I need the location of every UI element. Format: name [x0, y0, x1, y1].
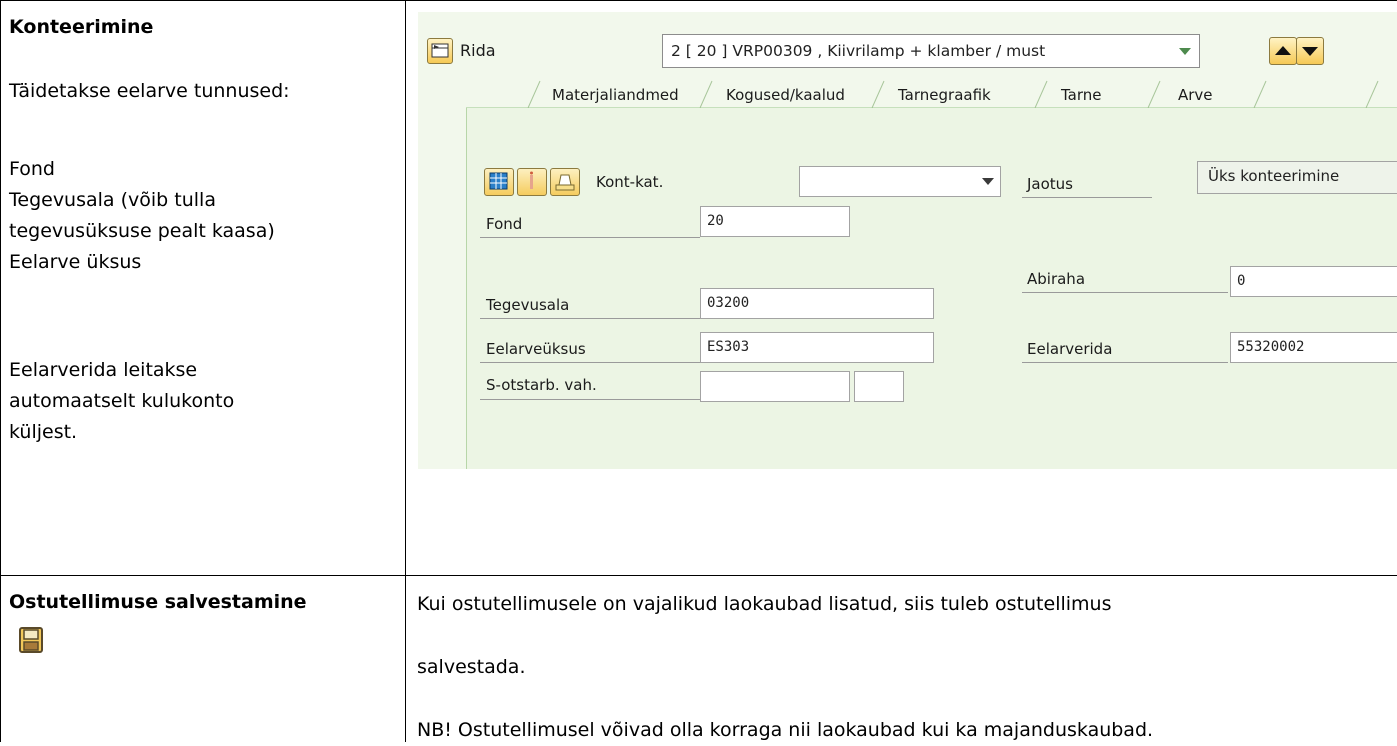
row-label: Rida	[460, 41, 496, 60]
abiraha-label: Abiraha	[1027, 270, 1086, 288]
info-icon	[530, 171, 533, 189]
tegevusala-input[interactable]: 03200	[700, 288, 934, 319]
document-table: Konteerimine Täidetakse eelarve tunnused…	[0, 0, 1397, 742]
tegevusala-underline	[480, 318, 700, 319]
tab-kogused-kaalud[interactable]: Kogused/kaalud	[712, 81, 872, 109]
jaotus-underline	[1022, 197, 1152, 198]
eelarveuksus-value: ES303	[707, 339, 750, 355]
table-top-border	[0, 0, 1397, 1]
abiraha-input[interactable]: 0	[1230, 266, 1397, 297]
table-view-button[interactable]	[484, 168, 514, 196]
fond-label: Fond	[486, 215, 523, 233]
table-row-divider	[0, 575, 1397, 576]
sotstarb-label: S-otstarb. vah.	[486, 376, 597, 394]
tab-tarne[interactable]: Tarne	[1047, 81, 1148, 109]
tegevusala-value: 03200	[707, 295, 750, 311]
eelarverida-value: 55320002	[1237, 339, 1305, 355]
tab-tarne-label: Tarne	[1061, 86, 1102, 104]
row2-text-line2: salvestada.	[417, 656, 526, 678]
table-column-divider	[405, 0, 406, 742]
tab-kogused-kaalud-label: Kogused/kaalud	[726, 86, 845, 104]
row1-note-line2: automaatselt kulukonto	[9, 390, 235, 412]
kont-kat-dropdown-icon[interactable]	[982, 178, 994, 185]
print-button[interactable]	[550, 168, 580, 196]
kont-kat-label: Kont-kat.	[596, 173, 664, 191]
arrow-up-icon	[1275, 46, 1291, 55]
row1-item-eelarve-uksus: Eelarve üksus	[9, 251, 142, 273]
row1-intro: Täidetakse eelarve tunnused:	[9, 80, 290, 102]
tab-arve[interactable]: Arve	[1160, 81, 1254, 109]
table-icon	[489, 172, 508, 190]
tab-arve-label: Arve	[1178, 86, 1213, 104]
arrow-up-button[interactable]	[1269, 37, 1297, 65]
expand-item-icon	[431, 43, 449, 58]
info-button[interactable]	[517, 168, 547, 196]
row-select-value: 2 [ 20 ] VRP00309 , Kiivrilamp + klamber…	[671, 42, 1046, 60]
row1-item-tegevusala: Tegevusala (võib tulla	[9, 189, 216, 211]
jaotus-field[interactable]: Üks konteerimine	[1197, 161, 1397, 194]
sotstarb-input[interactable]	[700, 371, 850, 402]
expand-item-button[interactable]	[427, 38, 453, 64]
row1-item-tegevusala-cont: tegevusüksuse pealt kaasa)	[9, 220, 275, 242]
abiraha-underline	[1022, 292, 1228, 293]
eelarverida-label: Eelarverida	[1027, 340, 1113, 358]
dropdown-arrow-icon[interactable]	[1179, 48, 1191, 55]
eelarveuksus-underline	[480, 362, 700, 363]
row1-item-fond: Fond	[9, 158, 55, 180]
fond-input[interactable]: 20	[700, 206, 850, 237]
eelarverida-underline	[1022, 362, 1228, 363]
save-icon	[19, 627, 43, 653]
print-icon	[555, 174, 575, 191]
table-left-border	[0, 0, 1, 742]
row1-title: Konteerimine	[9, 16, 154, 38]
sotstarb-input-2[interactable]	[854, 371, 904, 402]
row2-text-line1: Kui ostutellimusele on vajalikud laokaub…	[417, 593, 1112, 615]
jaotus-value: Üks konteerimine	[1208, 167, 1340, 185]
tegevusala-label: Tegevusala	[486, 296, 570, 314]
row1-note-line1: Eelarverida leitakse	[9, 359, 198, 381]
jaotus-label: Jaotus	[1027, 175, 1073, 193]
sotstarb-underline	[480, 399, 700, 400]
row-select[interactable]: 2 [ 20 ] VRP00309 , Kiivrilamp + klamber…	[662, 34, 1200, 68]
kont-kat-select[interactable]	[799, 166, 1001, 197]
arrow-down-icon	[1302, 47, 1318, 56]
tab-materjaliandmed-label: Materjaliandmed	[552, 86, 679, 104]
tab-tarnegraafik-label: Tarnegraafik	[898, 86, 991, 104]
eelarveuksus-label: Eelarveüksus	[486, 340, 586, 358]
fond-underline	[480, 237, 700, 238]
eelarveuksus-input[interactable]: ES303	[700, 332, 934, 363]
save-button[interactable]	[18, 626, 44, 654]
sap-screenshot: Rida 2 [ 20 ] VRP00309 , Kiivrilamp + kl…	[418, 12, 1397, 469]
eelarverida-input[interactable]: 55320002	[1230, 332, 1397, 363]
row1-note-line3: küljest.	[9, 421, 78, 443]
row2-nb-line: NB! Ostutellimusel võivad olla korraga n…	[417, 719, 1154, 741]
fond-value: 20	[707, 213, 724, 229]
tab-tarnegraafik[interactable]: Tarnegraafik	[884, 81, 1035, 109]
arrow-down-button[interactable]	[1296, 37, 1324, 65]
row2-title: Ostutellimuse salvestamine	[9, 591, 307, 613]
tab-materjaliandmed[interactable]: Materjaliandmed	[540, 81, 700, 109]
abiraha-value: 0	[1237, 273, 1246, 289]
